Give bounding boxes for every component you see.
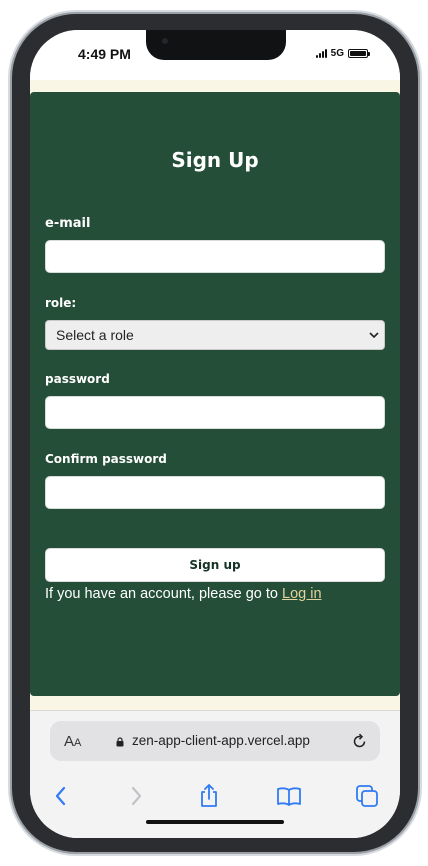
bookmarks-icon[interactable] [276, 783, 302, 809]
confirm-password-field[interactable] [45, 476, 385, 509]
text-size-button[interactable]: AA [64, 733, 81, 750]
network-type: 5G [330, 48, 344, 59]
share-icon[interactable] [196, 783, 222, 809]
email-label: e-mail [45, 216, 91, 231]
status-bar: 4:49 PM 5G [30, 30, 400, 80]
status-indicators: 5G [315, 48, 370, 59]
signup-card: Sign Up e-mail role: Select a role passw… [30, 92, 400, 696]
back-icon[interactable] [48, 783, 74, 809]
text-size-small: A [74, 737, 82, 749]
signup-button[interactable]: Sign up [45, 548, 385, 582]
address-bar[interactable]: AA zen-app-client-app.vercel.app [50, 721, 380, 761]
tabs-icon[interactable] [354, 783, 380, 809]
lock-icon [116, 737, 124, 747]
login-prompt-text: If you have an account, please go to [45, 586, 282, 602]
cellular-signal-icon [315, 49, 327, 58]
phone-screen: 4:49 PM 5G Sign Up e-mail role: Select a… [30, 30, 400, 838]
password-field[interactable] [45, 396, 385, 429]
forward-icon[interactable] [123, 783, 149, 809]
login-prompt: If you have an account, please go to Log… [45, 586, 322, 602]
role-select-value: Select a role [56, 327, 134, 343]
password-label: password [45, 372, 110, 386]
email-field[interactable] [45, 240, 385, 273]
front-camera [162, 38, 168, 44]
url-text: zen-app-client-app.vercel.app [132, 733, 310, 748]
notch [146, 30, 286, 60]
role-label: role: [45, 296, 77, 310]
text-size-large: A [64, 733, 75, 750]
login-link[interactable]: Log in [282, 586, 322, 602]
page-title: Sign Up [171, 148, 259, 172]
confirm-password-label: Confirm password [45, 452, 167, 466]
reload-icon[interactable] [351, 733, 368, 750]
battery-icon [348, 49, 370, 58]
chevron-down-icon [369, 332, 379, 339]
role-select[interactable]: Select a role [45, 320, 385, 350]
home-indicator [146, 820, 284, 824]
browser-toolbar: AA zen-app-client-app.vercel.app [30, 710, 400, 838]
status-time: 4:49 PM [78, 46, 131, 62]
